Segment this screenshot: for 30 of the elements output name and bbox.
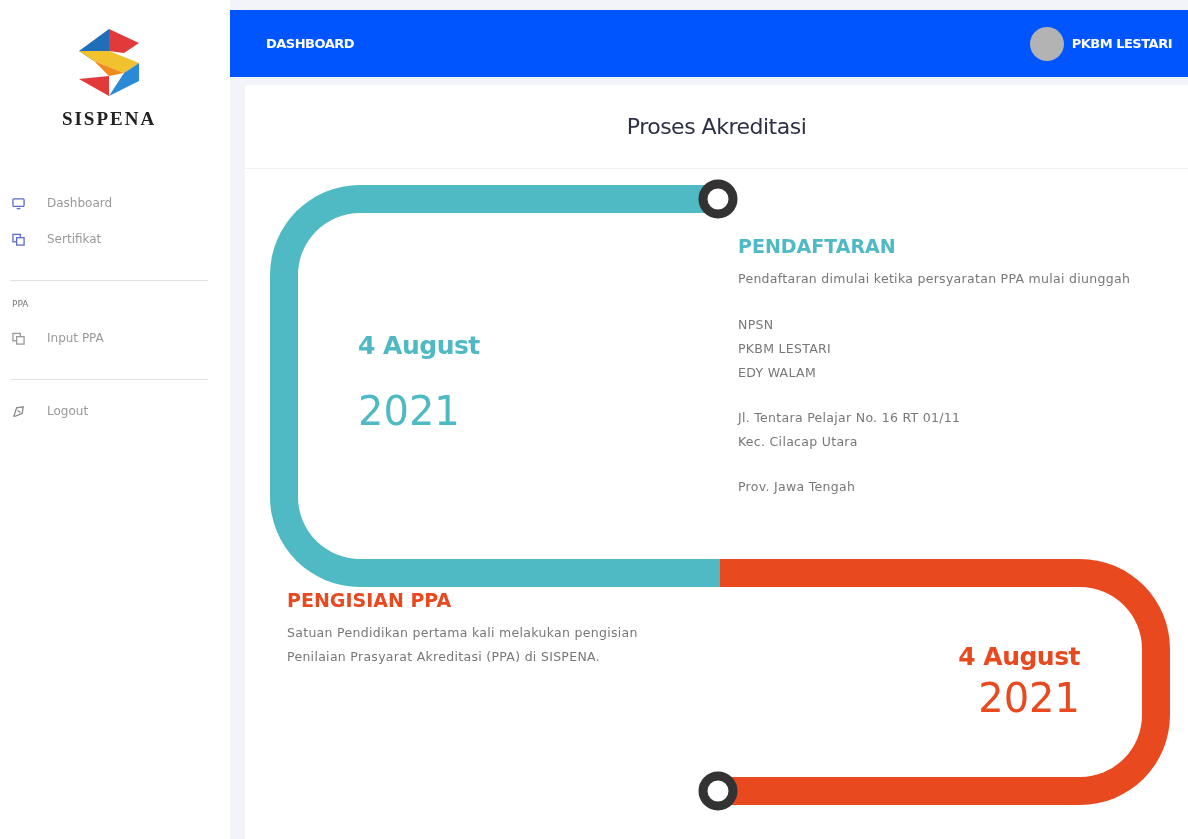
copy-icon	[12, 232, 25, 246]
step-description: Pendaftaran dimulai ketika persyaratan PPA mulai diunggah	[738, 270, 1132, 288]
timeline-node	[698, 179, 738, 219]
card-title: Proses Akreditasi	[626, 114, 807, 139]
nav-item[interactable]: Dashboard	[10, 190, 208, 216]
monitor-icon	[12, 196, 25, 210]
step-title: PENDAFTARAN	[738, 235, 897, 257]
section-heading: PPA	[12, 299, 30, 309]
step-title: PENGISIAN PPA	[287, 589, 453, 611]
avatar-icon[interactable]	[1029, 26, 1064, 61]
step-date: 4 August	[358, 331, 481, 360]
detail-line: EDY WALAM	[738, 364, 817, 382]
detail-line: Jl. Tentara Pelajar No. 16 RT 01/11	[738, 409, 962, 427]
nav-item[interactable]: Logout	[10, 398, 208, 424]
nav-item[interactable]: Sertifikat	[10, 226, 208, 252]
step-date: 4 August	[958, 642, 1080, 671]
logo-text: SISPENA	[61, 108, 157, 130]
nav-item[interactable]: Input PPA	[10, 325, 208, 351]
step-year: 2021	[978, 675, 1080, 721]
detail-line: Prov. Jawa Tengah	[738, 478, 857, 496]
step-year: 2021	[358, 388, 461, 434]
detail-line: NPSN	[738, 316, 775, 334]
copy-icon	[12, 331, 25, 345]
timeline-node	[698, 771, 738, 811]
user-name[interactable]: PKBM LESTARI	[1071, 36, 1172, 51]
page-heading: DASHBOARD	[266, 36, 355, 51]
detail-line: Kec. Cilacap Utara	[738, 433, 859, 451]
step-description: Satuan Pendidikan pertama kali melakukan pengisian Penilaian Prasyarat Akreditasi (PPA) di SISPENA.	[287, 624, 639, 666]
detail-line: PKBM LESTARI	[738, 340, 833, 358]
logout-icon	[12, 404, 25, 418]
